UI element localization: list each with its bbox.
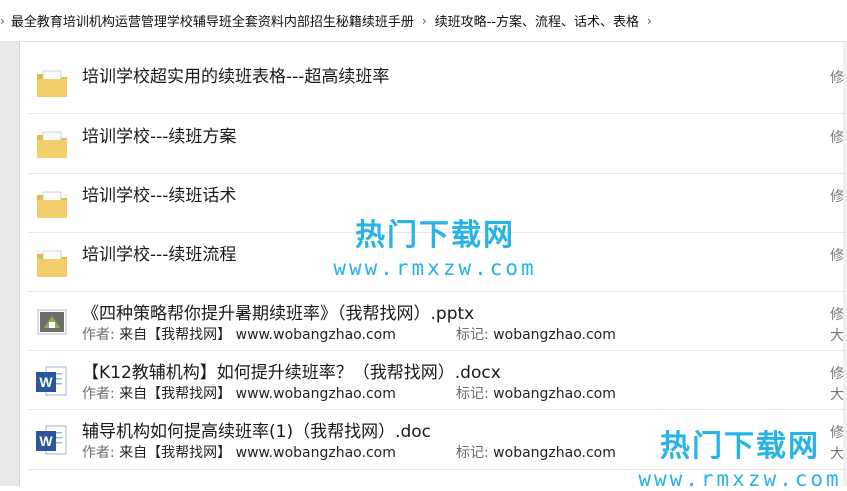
breadcrumb: › 最全教育培训机构运营管理学校辅导班全套资料内部招生秘籍续班手册 › 续班攻略… bbox=[0, 0, 847, 42]
list-item[interactable]: 《四种策略帮你提升暑期续班率》（我帮找网）.pptx 作者: 来自【我帮找网】 … bbox=[28, 292, 847, 351]
tag-value: wobangzhao.com bbox=[493, 386, 616, 402]
file-name[interactable]: 辅导机构如何提高续班率(1)（我帮找网）.doc bbox=[82, 417, 431, 442]
tag-label: 标记: bbox=[456, 327, 489, 343]
author-value: 来自【我帮找网】 www.wobangzhao.com bbox=[119, 445, 396, 461]
modified-column-label: 修 bbox=[830, 70, 844, 86]
file-details: 作者: 来自【我帮找网】 www.wobangzhao.com 标记: woba… bbox=[82, 324, 616, 344]
author-value: 来自【我帮找网】 www.wobangzhao.com bbox=[119, 386, 396, 402]
folder-icon bbox=[34, 65, 70, 101]
docx-file-icon: W bbox=[34, 363, 70, 399]
pptx-file-icon bbox=[34, 304, 70, 340]
modified-column-label: 修 bbox=[830, 130, 844, 146]
navigation-pane-edge bbox=[0, 42, 20, 486]
file-name[interactable]: 《四种策略帮你提升暑期续班率》（我帮找网）.pptx bbox=[82, 299, 474, 324]
tag-value: wobangzhao.com bbox=[493, 327, 616, 343]
size-column-label: 大 bbox=[830, 446, 844, 462]
file-details: 作者: 来自【我帮找网】 www.wobangzhao.com 标记: woba… bbox=[82, 442, 616, 462]
tag-field: 标记: wobangzhao.com bbox=[456, 324, 616, 344]
folder-icon bbox=[34, 186, 70, 222]
svg-text:W: W bbox=[39, 374, 53, 390]
modified-column-label: 修 bbox=[830, 189, 844, 205]
chevron-right-icon[interactable]: › bbox=[641, 14, 658, 28]
modified-column-label: 修 bbox=[830, 425, 844, 441]
file-name[interactable]: 培训学校---续班话术 bbox=[82, 181, 236, 206]
file-name[interactable]: 培训学校---续班方案 bbox=[82, 122, 236, 147]
chevron-right-icon[interactable]: › bbox=[416, 14, 433, 28]
tag-label: 标记: bbox=[456, 386, 489, 402]
size-column-label: 大 bbox=[830, 328, 844, 344]
tag-field: 标记: wobangzhao.com bbox=[456, 442, 616, 462]
author-value: 来自【我帮找网】 www.wobangzhao.com bbox=[119, 327, 396, 343]
list-item[interactable]: 培训学校---续班话术 修 bbox=[28, 174, 847, 233]
list-item[interactable]: 培训学校---续班方案 修 bbox=[28, 114, 847, 174]
chevron-right-icon[interactable]: › bbox=[0, 14, 9, 28]
file-details: 作者: 来自【我帮找网】 www.wobangzhao.com 标记: woba… bbox=[82, 383, 616, 403]
tag-field: 标记: wobangzhao.com bbox=[456, 383, 616, 403]
modified-column-label: 修 bbox=[830, 307, 844, 323]
svg-text:W: W bbox=[39, 433, 53, 449]
breadcrumb-item-current[interactable]: 续班攻略--方案、流程、话术、表格 bbox=[433, 9, 641, 32]
list-item[interactable]: W 辅导机构如何提高续班率(1)（我帮找网）.doc 作者: 来自【我帮找网】 … bbox=[28, 410, 847, 470]
author-label: 作者: bbox=[82, 445, 115, 461]
breadcrumb-item-parent[interactable]: 最全教育培训机构运营管理学校辅导班全套资料内部招生秘籍续班手册 bbox=[9, 9, 416, 32]
size-column-label: 大 bbox=[830, 387, 844, 403]
doc-file-icon: W bbox=[34, 422, 70, 458]
folder-icon bbox=[34, 245, 70, 281]
list-item[interactable]: 培训学校超实用的续班表格---超高续班率 修 bbox=[28, 44, 847, 114]
modified-column-label: 修 bbox=[830, 248, 844, 264]
tag-label: 标记: bbox=[456, 445, 489, 461]
tag-value: wobangzhao.com bbox=[493, 445, 616, 461]
file-name[interactable]: 培训学校超实用的续班表格---超高续班率 bbox=[82, 62, 389, 87]
watermark-url: www.rmxzw.com bbox=[638, 467, 842, 491]
author-label: 作者: bbox=[82, 386, 115, 402]
file-name[interactable]: 培训学校---续班流程 bbox=[82, 240, 236, 265]
list-item[interactable]: W 【K12教辅机构】如何提升续班率？（我帮找网）.docx 作者: 来自【我帮… bbox=[28, 351, 847, 410]
list-item[interactable]: 培训学校---续班流程 修 bbox=[28, 233, 847, 292]
author-label: 作者: bbox=[82, 327, 115, 343]
modified-column-label: 修 bbox=[830, 366, 844, 382]
file-name[interactable]: 【K12教辅机构】如何提升续班率？（我帮找网）.docx bbox=[82, 358, 501, 383]
folder-icon bbox=[34, 126, 70, 162]
